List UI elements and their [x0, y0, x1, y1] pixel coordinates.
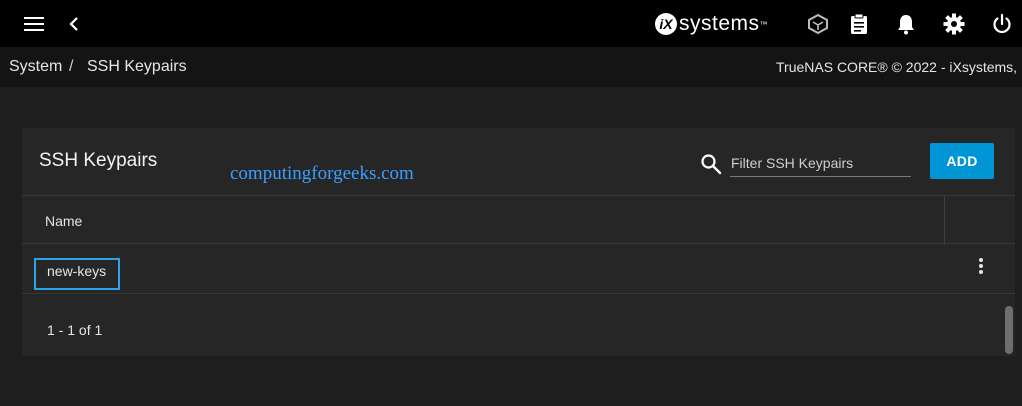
breadcrumb-system[interactable]: System: [9, 58, 62, 76]
card-title: SSH Keypairs: [39, 150, 158, 171]
back-chevron-icon[interactable]: [64, 0, 84, 47]
breadcrumb-ssh-keypairs: SSH Keypairs: [87, 58, 187, 75]
truecommand-icon[interactable]: [804, 0, 832, 47]
logo-trademark: ™: [759, 19, 768, 29]
column-header-name[interactable]: Name: [45, 213, 82, 229]
row-name-cell[interactable]: new-keys: [34, 258, 121, 290]
task-manager-icon[interactable]: [845, 0, 873, 47]
top-toolbar: iX systems ™: [0, 0, 1022, 47]
logo-text: systems: [679, 12, 760, 35]
settings-gear-icon[interactable]: [940, 0, 968, 47]
ixsystems-logo: iX systems ™: [655, 8, 768, 40]
add-button[interactable]: ADD: [930, 143, 994, 179]
search-icon: [700, 153, 722, 175]
card-header: SSH Keypairs computingforgeeks.com ADD: [22, 128, 1015, 195]
logo-badge: iX: [655, 13, 677, 35]
row-actions-kebab-icon[interactable]: [974, 256, 988, 278]
paginator-range: 1 - 1 of 1: [47, 322, 103, 338]
column-divider: [944, 196, 945, 244]
filter-input[interactable]: [730, 150, 911, 177]
alerts-bell-icon[interactable]: [892, 0, 920, 47]
scrollbar-thumb[interactable]: [1005, 306, 1013, 354]
breadcrumb: System / SSH Keypairs TrueNAS CORE® © 20…: [0, 47, 1022, 87]
table-row[interactable]: new-keys: [22, 244, 1015, 294]
copyright-text: TrueNAS CORE® © 2022 - iXsystems, In: [776, 59, 1022, 75]
watermark-text: computingforgeeks.com: [230, 163, 414, 184]
menu-icon[interactable]: [20, 0, 48, 47]
power-icon[interactable]: [988, 0, 1016, 47]
table-header: Name: [22, 195, 1015, 244]
breadcrumb-separator: /: [69, 58, 74, 75]
ssh-keypairs-card: SSH Keypairs computingforgeeks.com ADD N…: [22, 128, 1015, 356]
